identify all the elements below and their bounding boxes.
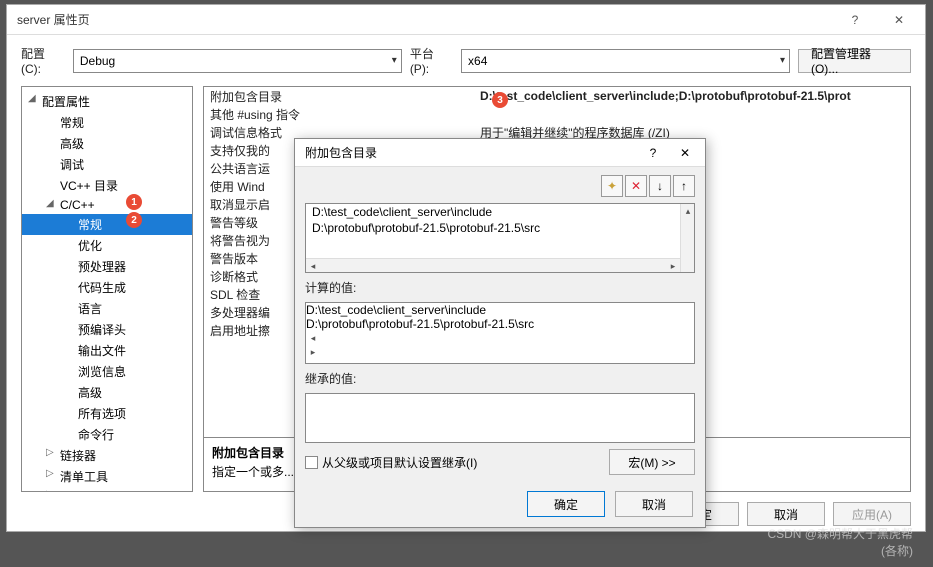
list-item: D:\protobuf\protobuf-21.5\protobuf-21.5\… [306, 317, 694, 331]
inherit-label: 继承的值: [305, 370, 695, 387]
dialog-close-button[interactable]: ✕ [671, 142, 699, 164]
dialog-body: ✦ ✕ ↓ ↑ D:\test_code\client_server\inclu… [295, 167, 705, 483]
tree-item[interactable]: VC++ 目录 [22, 175, 192, 196]
tree-root[interactable]: ◢配置属性 [22, 91, 192, 112]
list-item[interactable]: D:\protobuf\protobuf-21.5\protobuf-21.5\… [306, 220, 694, 236]
apply-button[interactable]: 应用(A) [833, 502, 911, 526]
computed-listbox: D:\test_code\client_server\include D:\pr… [305, 302, 695, 364]
dialog-cancel-button[interactable]: 取消 [615, 491, 693, 517]
cancel-button[interactable]: 取消 [747, 502, 825, 526]
window-controls: ? ✕ [835, 8, 919, 32]
tree-item[interactable]: 代码生成 [22, 277, 192, 298]
dialog-title: 附加包含目录 [305, 144, 377, 161]
tree-item[interactable]: 常规 [22, 112, 192, 133]
platform-label: 平台(P): [410, 45, 453, 76]
checkbox-icon [305, 456, 318, 469]
tree-item[interactable]: 预处理器 [22, 256, 192, 277]
tree-item[interactable]: 命令行 [22, 424, 192, 445]
new-line-icon[interactable]: ✦ [601, 175, 623, 197]
prop-row[interactable]: 附加包含目录D:\test_code\client_server\include… [204, 87, 910, 105]
delete-icon[interactable]: ✕ [625, 175, 647, 197]
tree-item[interactable]: 所有选项 [22, 403, 192, 424]
tree-item[interactable]: 优化 [22, 235, 192, 256]
inherit-row: 从父级或项目默认设置继承(I) 宏(M) >> [305, 449, 695, 475]
inherit-checkbox[interactable]: 从父级或项目默认设置继承(I) [305, 454, 477, 471]
list-item[interactable]: D:\test_code\client_server\include [306, 204, 694, 220]
config-toolbar: 配置(C): Debug ▾ 平台(P): x64 ▾ 配置管理器(O)... [7, 35, 925, 86]
computed-label: 计算的值: [305, 279, 695, 296]
tree-item[interactable]: 高级 [22, 382, 192, 403]
help-button[interactable]: ? [835, 8, 875, 32]
titlebar: server 属性页 ? ✕ [7, 5, 925, 35]
tree-item[interactable]: 预编译头 [22, 319, 192, 340]
move-down-icon[interactable]: ↓ [649, 175, 671, 197]
paths-listbox[interactable]: D:\test_code\client_server\include D:\pr… [305, 203, 695, 273]
tree-cpp[interactable]: ◢C/C++ [22, 196, 192, 214]
list-item: D:\test_code\client_server\include [306, 303, 694, 317]
tree-item[interactable]: 输出文件 [22, 340, 192, 361]
config-combo[interactable]: Debug ▾ [73, 49, 402, 73]
config-label: 配置(C): [21, 45, 65, 76]
tree-item[interactable]: ▷清单工具 [22, 466, 192, 487]
list-toolbar: ✦ ✕ ↓ ↑ [305, 175, 695, 197]
dialog-footer: 确定 取消 [295, 483, 705, 525]
tree-item-general[interactable]: 常规 [22, 214, 192, 235]
prop-row[interactable]: 其他 #using 指令 [204, 105, 910, 123]
chevron-down-icon: ▾ [392, 55, 397, 66]
inherited-listbox [305, 393, 695, 443]
dialog-titlebar: 附加包含目录 ? ✕ [295, 139, 705, 167]
horizontal-scrollbar[interactable]: ◂▸ [306, 331, 694, 359]
annotation-2: 2 [126, 212, 142, 228]
tree-item[interactable]: 调试 [22, 154, 192, 175]
horizontal-scrollbar[interactable]: ◂▸ [306, 258, 680, 272]
window-title: server 属性页 [17, 11, 90, 28]
platform-value: x64 [468, 54, 487, 68]
platform-combo[interactable]: x64 ▾ [461, 49, 790, 73]
include-dirs-dialog: 附加包含目录 ? ✕ ✦ ✕ ↓ ↑ D:\test_code\client_s… [294, 138, 706, 528]
tree-item[interactable]: 高级 [22, 133, 192, 154]
annotation-1: 1 [126, 194, 142, 210]
tree-item[interactable]: 语言 [22, 298, 192, 319]
annotation-3: 3 [492, 92, 508, 108]
dialog-ok-button[interactable]: 确定 [527, 491, 605, 517]
move-up-icon[interactable]: ↑ [673, 175, 695, 197]
tree-item[interactable]: 浏览信息 [22, 361, 192, 382]
tree-item[interactable]: ▷链接器 [22, 445, 192, 466]
macros-button[interactable]: 宏(M) >> [609, 449, 695, 475]
vertical-scrollbar[interactable]: ▴ [680, 204, 694, 272]
category-tree[interactable]: ◢配置属性 常规 高级 调试 VC++ 目录 ◢C/C++ 常规 优化 预处理器… [21, 86, 193, 492]
close-button[interactable]: ✕ [879, 8, 919, 32]
tree-item[interactable]: ▷XML 文档生成器 [22, 487, 192, 492]
config-manager-button[interactable]: 配置管理器(O)... [798, 49, 911, 73]
chevron-down-icon: ▾ [780, 55, 785, 66]
config-value: Debug [80, 54, 115, 68]
inherit-checkbox-label: 从父级或项目默认设置继承(I) [322, 454, 477, 471]
dialog-help-button[interactable]: ? [639, 142, 667, 164]
